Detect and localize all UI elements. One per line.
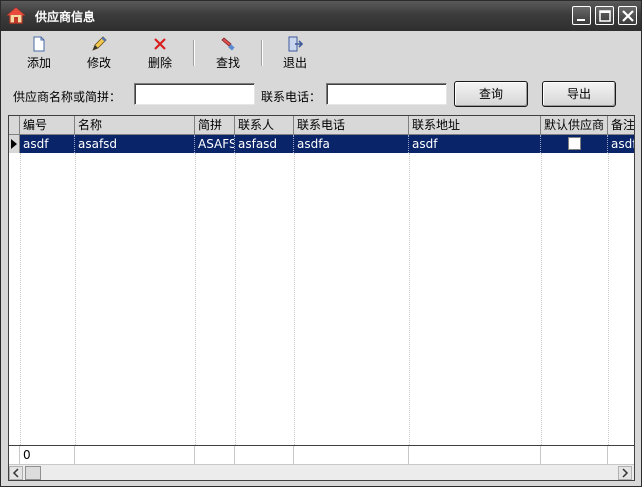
row-indicator xyxy=(9,135,20,153)
header-contact[interactable]: 联系人 xyxy=(235,116,294,134)
horizontal-scrollbar[interactable] xyxy=(9,464,634,480)
exit-button[interactable]: 退出 xyxy=(273,33,317,71)
grid-line xyxy=(20,153,21,445)
header-phone[interactable]: 联系电话 xyxy=(294,116,409,134)
scroll-right-icon xyxy=(622,468,629,478)
home-icon xyxy=(7,7,25,24)
close-button[interactable] xyxy=(618,6,637,25)
search-bar: 供应商名称或简拼： 联系电话： 查询 导出 xyxy=(2,73,640,113)
delete-button[interactable]: 删除 xyxy=(138,33,182,71)
grid-line xyxy=(75,153,76,445)
delete-label: 删除 xyxy=(147,56,172,70)
edit-label: 修改 xyxy=(86,56,111,70)
scroll-left-icon xyxy=(12,468,19,478)
window-title: 供应商信息 xyxy=(35,10,96,24)
add-button[interactable]: 添加 xyxy=(17,33,61,71)
cell-default[interactable] xyxy=(541,135,608,153)
cell-name[interactable]: asafsd xyxy=(75,135,195,153)
pencil-icon xyxy=(92,36,107,51)
supplier-grid[interactable]: 编号 名称 简拼 联系人 联系电话 联系地址 默认供应商 备注 asdf asa… xyxy=(8,115,635,481)
supplier-name-input[interactable] xyxy=(134,83,255,105)
footer-corner xyxy=(9,446,20,464)
footer-cell xyxy=(195,446,235,464)
footer-cell xyxy=(541,446,608,464)
grid-line xyxy=(195,153,196,445)
query-button[interactable]: 查询 xyxy=(454,81,528,107)
find-label: 查找 xyxy=(215,56,240,70)
supplier-info-window: 供应商信息 添加 修改 删除 查找 退出 供应商名称或简拼： 联系电话： 查询 … xyxy=(0,0,642,487)
grid-header: 编号 名称 简拼 联系人 联系电话 联系地址 默认供应商 备注 xyxy=(9,116,634,135)
find-icon xyxy=(221,37,235,51)
grid-line xyxy=(235,153,236,445)
exit-door-icon xyxy=(288,36,304,52)
header-default[interactable]: 默认供应商 xyxy=(541,116,608,134)
scroll-thumb[interactable] xyxy=(25,466,41,480)
grid-footer: 0 xyxy=(9,445,634,464)
edit-button[interactable]: 修改 xyxy=(77,33,121,71)
footer-cell xyxy=(294,446,409,464)
footer-cell xyxy=(409,446,541,464)
header-name[interactable]: 名称 xyxy=(75,116,195,134)
title-bar[interactable]: 供应商信息 xyxy=(1,1,641,31)
header-code[interactable]: 编号 xyxy=(20,116,75,134)
exit-label: 退出 xyxy=(282,56,307,70)
cell-phone[interactable]: asdfa xyxy=(294,135,409,153)
selected-row[interactable]: asdf asafsd ASAFSD asfasd asdfa asdf asd… xyxy=(20,135,634,153)
find-button[interactable]: 查找 xyxy=(206,33,250,71)
scroll-left-button[interactable] xyxy=(9,466,23,480)
toolbar-separator xyxy=(193,40,195,66)
phone-label: 联系电话： xyxy=(261,90,322,104)
delete-x-icon xyxy=(154,38,166,50)
toolbar-separator xyxy=(261,40,263,66)
toolbar: 添加 修改 删除 查找 退出 xyxy=(2,31,640,73)
maximize-icon xyxy=(599,10,611,22)
add-label: 添加 xyxy=(26,56,51,70)
export-button[interactable]: 导出 xyxy=(542,81,616,107)
footer-cell xyxy=(235,446,294,464)
default-supplier-checkbox[interactable] xyxy=(567,137,581,150)
row-pointer-icon xyxy=(11,139,17,149)
grid-line xyxy=(409,153,410,445)
grid-line xyxy=(608,153,609,445)
footer-count: 0 xyxy=(20,446,75,464)
cell-remark[interactable]: asdfa xyxy=(608,135,634,153)
header-address[interactable]: 联系地址 xyxy=(409,116,541,134)
cell-code[interactable]: asdf xyxy=(20,135,75,153)
grid-line xyxy=(541,153,542,445)
scroll-right-button[interactable] xyxy=(618,466,632,480)
phone-input[interactable] xyxy=(326,83,447,105)
supplier-name-label: 供应商名称或简拼： xyxy=(13,90,122,104)
cell-abbrev[interactable]: ASAFSD xyxy=(195,135,235,153)
new-document-icon xyxy=(33,36,45,52)
cell-address[interactable]: asdf xyxy=(409,135,541,153)
maximize-button[interactable] xyxy=(595,6,614,25)
grid-line xyxy=(294,153,295,445)
header-abbrev[interactable]: 简拼 xyxy=(195,116,235,134)
header-remark[interactable]: 备注 xyxy=(608,116,634,134)
minimize-button[interactable] xyxy=(572,6,591,25)
close-icon xyxy=(622,10,634,22)
footer-cell xyxy=(75,446,195,464)
minimize-icon xyxy=(577,19,585,21)
cell-contact[interactable]: asfasd xyxy=(235,135,294,153)
header-corner xyxy=(9,116,20,134)
table-row[interactable]: asdf asafsd ASAFSD asfasd asdfa asdf asd… xyxy=(9,135,634,153)
